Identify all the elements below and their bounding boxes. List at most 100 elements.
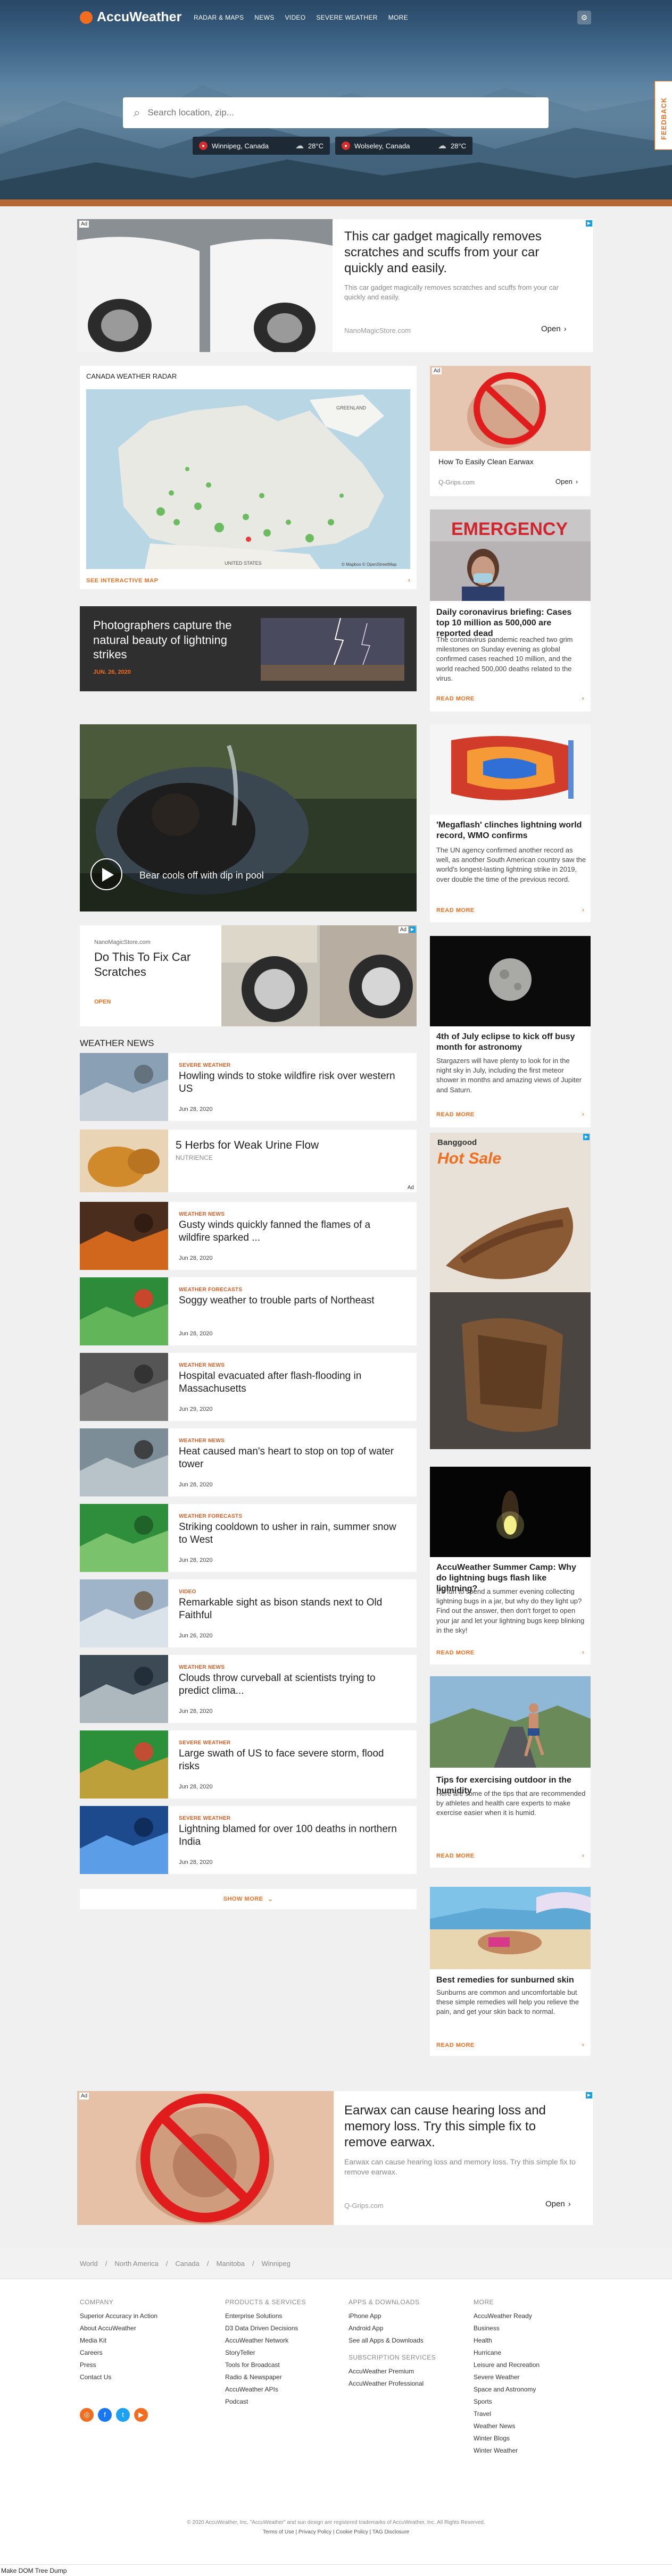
nav-radar-maps[interactable]: RADAR & MAPS [194, 14, 244, 21]
sidebar-story-lightning-bugs[interactable]: AccuWeather Summer Camp: Why do lightnin… [430, 1467, 591, 1665]
footer-link[interactable]: Android App [349, 2324, 436, 2332]
breadcrumb-winnipeg[interactable]: Winnipeg [262, 2260, 291, 2268]
footer-link[interactable]: AccuWeather Network [225, 2337, 306, 2344]
footer-link[interactable]: Podcast [225, 2398, 306, 2405]
news-list-item[interactable]: WEATHER NEWS Hospital evacuated after fl… [80, 1353, 417, 1421]
side-ad-banggood[interactable]: Banggood Hot Sale ▶ [430, 1133, 591, 1449]
instagram-icon[interactable]: ◎ [80, 2408, 94, 2422]
footer-link[interactable]: AccuWeather Premium [349, 2368, 436, 2375]
breadcrumb-manitoba[interactable]: Manitoba [217, 2260, 245, 2268]
adchoices-icon[interactable]: ▶ [409, 926, 416, 933]
ad-open-button[interactable]: OPEN [94, 999, 111, 1005]
recent-location-2[interactable]: ● Wolseley, Canada ☁ 28°C [335, 137, 472, 155]
footer-link[interactable]: Space and Astronomy [474, 2386, 540, 2393]
read-more-link[interactable]: READ MORE [436, 907, 475, 914]
footer-link[interactable]: StoryTeller [225, 2349, 306, 2356]
footer-link[interactable]: Contact Us [80, 2373, 157, 2381]
breadcrumb-canada[interactable]: Canada [175, 2260, 200, 2268]
news-list-item[interactable]: WEATHER NEWS Heat caused man's heart to … [80, 1428, 417, 1496]
footer-link[interactable]: D3 Data Driven Decisions [225, 2324, 306, 2332]
footer-link[interactable]: Tools for Broadcast [225, 2361, 306, 2369]
footer-link[interactable]: AccuWeather Ready [474, 2312, 540, 2320]
news-list-item[interactable]: SEVERE WEATHER Lightning blamed for over… [80, 1806, 417, 1874]
breadcrumb-north-america[interactable]: North America [114, 2260, 158, 2268]
top-ad[interactable]: Ad ▶ This car gadget magically removes s… [77, 219, 593, 352]
footer-link[interactable]: Superior Accuracy in Action [80, 2312, 157, 2320]
adchoices-icon[interactable]: ▶ [583, 1134, 590, 1140]
bottom-ad-earwax[interactable]: Ad ▶ Earwax can cause hearing loss and m… [77, 2091, 593, 2225]
play-button[interactable] [90, 858, 122, 890]
footer-link[interactable]: AccuWeather APIs [225, 2386, 306, 2393]
footer-link[interactable]: Business [474, 2324, 540, 2332]
footer-link[interactable]: Weather News [474, 2422, 540, 2430]
see-interactive-map-link[interactable]: SEE INTERACTIVE MAP [86, 578, 158, 584]
read-more-link[interactable]: READ MORE [436, 1853, 475, 1859]
photo-feature-card[interactable]: Photographers capture the natural beauty… [80, 606, 417, 691]
news-list-item[interactable]: SEVERE WEATHER Large swath of US to face… [80, 1730, 417, 1799]
ad-open-button[interactable]: Open › [545, 2199, 571, 2209]
nav-news[interactable]: NEWS [254, 14, 274, 21]
footer-link[interactable]: AccuWeather Professional [349, 2380, 436, 2387]
nav-more[interactable]: MORE [388, 14, 408, 21]
adchoices-icon[interactable]: ▶ [586, 2092, 592, 2098]
news-list-item[interactable]: WEATHER NEWS Gusty winds quickly fanned … [80, 1202, 417, 1270]
mid-ad-car-scratches[interactable]: NanoMagicStore.com Do This To Fix Car Sc… [80, 925, 417, 1026]
feedback-tab[interactable]: FEEDBACK [654, 81, 672, 150]
sidebar-story-megaflash[interactable]: 'Megaflash' clinches lightning world rec… [430, 724, 591, 922]
news-list-item[interactable]: VIDEO Remarkable sight as bison stands n… [80, 1579, 417, 1647]
twitter-icon[interactable]: t [116, 2408, 130, 2422]
sidebar-story-sunburn[interactable]: Best remedies for sunburned skin Sunburn… [430, 1887, 591, 2056]
ad-open-label: Open [541, 324, 561, 333]
footer-link[interactable]: Radio & Newspaper [225, 2373, 306, 2381]
youtube-icon[interactable]: ▶ [134, 2408, 148, 2422]
footer-link[interactable]: Winter Weather [474, 2447, 540, 2454]
facebook-icon[interactable]: f [98, 2408, 112, 2422]
lightning-thumbnail [261, 618, 404, 681]
breadcrumb-world[interactable]: World [80, 2260, 98, 2268]
ad-open-button[interactable]: Open › [541, 324, 567, 333]
nav-severe-weather[interactable]: SEVERE WEATHER [316, 14, 377, 21]
video-feature-card[interactable]: Bear cools off with dip in pool [80, 724, 417, 911]
footer-link[interactable]: Winter Blogs [474, 2435, 540, 2442]
footer-link[interactable]: About AccuWeather [80, 2324, 157, 2332]
legal-links[interactable]: Terms of Use | Privacy Policy | Cookie P… [0, 2529, 672, 2535]
footer-link[interactable]: Careers [80, 2349, 157, 2356]
sidebar-story-coronavirus[interactable]: EMERGENCY Daily coronavirus briefing: Ca… [430, 509, 591, 712]
footer-link[interactable]: See all Apps & Downloads [349, 2337, 436, 2344]
news-list-item[interactable]: SEVERE WEATHER Howling winds to stoke wi… [80, 1053, 417, 1121]
footer-link[interactable]: Severe Weather [474, 2373, 540, 2381]
read-more-link[interactable]: READ MORE [436, 696, 475, 702]
adchoices-icon[interactable]: ▶ [586, 220, 592, 227]
recent-location-1[interactable]: ● Winnipeg, Canada ☁ 28°C [193, 137, 330, 155]
settings-gear-icon[interactable]: ⚙ [577, 11, 591, 24]
chevron-right-icon[interactable]: › [408, 576, 410, 584]
news-list-item[interactable]: WEATHER NEWS Clouds throw curveball at s… [80, 1655, 417, 1723]
read-more-link[interactable]: READ MORE [436, 2042, 475, 2048]
news-list-item[interactable]: WEATHER FORECASTS Striking cooldown to u… [80, 1504, 417, 1572]
footer-link[interactable]: Health [474, 2337, 540, 2344]
ad-headline: Earwax can cause hearing loss and memory… [344, 2103, 546, 2150]
footer-link[interactable]: iPhone App [349, 2312, 436, 2320]
footer-link[interactable]: Sports [474, 2398, 540, 2405]
read-more-link[interactable]: READ MORE [436, 1650, 475, 1656]
footer-link[interactable]: Enterprise Solutions [225, 2312, 306, 2320]
sidebar-story-eclipse[interactable]: 4th of July eclipse to kick off busy mon… [430, 936, 591, 1127]
news-list-item[interactable]: WEATHER FORECASTS Soggy weather to troub… [80, 1277, 417, 1345]
ad-open-button[interactable]: Open › [555, 478, 578, 486]
footer-link[interactable]: Travel [474, 2410, 540, 2418]
radar-map[interactable]: GREENLAND UNITED STATES © Mapbox © OpenS… [86, 389, 410, 569]
sidebar-story-exercise[interactable]: Tips for exercising outdoor in the humid… [430, 1676, 591, 1868]
footer-link[interactable]: Press [80, 2361, 157, 2369]
show-more-button[interactable]: SHOW MORE ⌄ [80, 1889, 417, 1909]
accuweather-logo[interactable]: AccuWeather [80, 10, 181, 25]
search-input[interactable] [147, 107, 494, 118]
footer-link[interactable]: Hurricane [474, 2349, 540, 2356]
nav-video[interactable]: VIDEO [285, 14, 306, 21]
footer-link[interactable]: Media Kit [80, 2337, 157, 2344]
location-search: ⌕ [123, 97, 549, 128]
inline-ad-herbs[interactable]: 5 Herbs for Weak Urine Flow NUTRIENCE Ad [80, 1130, 417, 1192]
news-title: Lightning blamed for over 100 deaths in … [179, 1824, 397, 1847]
read-more-link[interactable]: READ MORE [436, 1111, 475, 1118]
footer-link[interactable]: Leisure and Recreation [474, 2361, 540, 2369]
side-ad-earwax[interactable]: Ad How To Easily Clean Earwax Q-Grips.co… [430, 366, 591, 496]
